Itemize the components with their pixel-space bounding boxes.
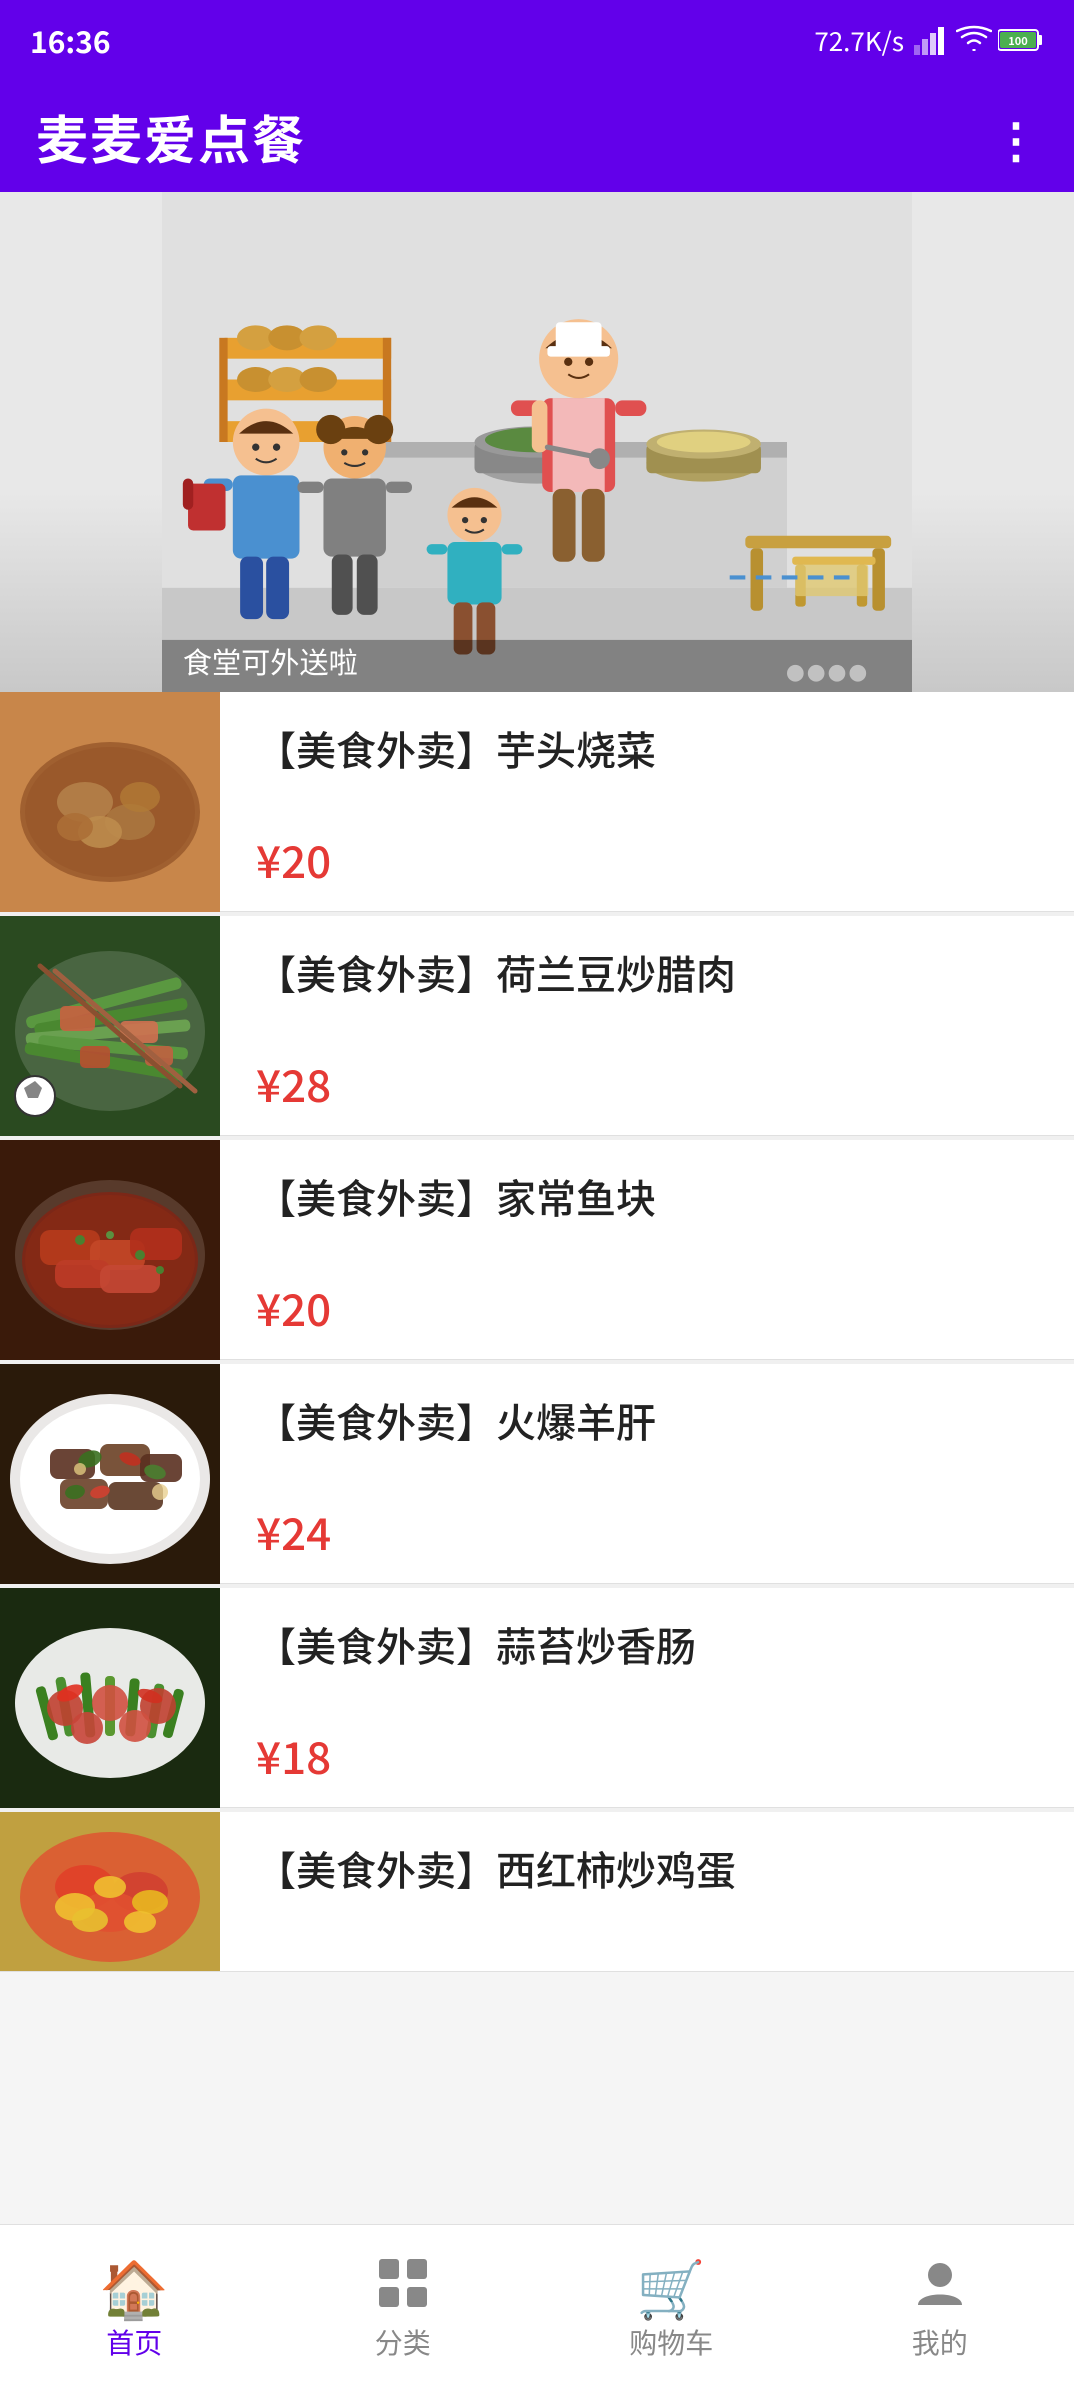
food-visual-3 <box>0 1140 220 1360</box>
battery-icon: 100 <box>998 27 1044 53</box>
signal-icon <box>914 25 950 55</box>
food-price-3: ¥20 <box>256 1275 1044 1339</box>
food-item[interactable]: 【美食外卖】火爆羊肝 ¥24 <box>0 1364 1074 1584</box>
nav-cart[interactable]: 🛒 购物车 <box>537 2258 806 2362</box>
nav-category-label: 分类 <box>375 2322 431 2362</box>
food-price-2: ¥28 <box>256 1051 1044 1115</box>
food-image-2 <box>0 916 220 1136</box>
food-info-6: 【美食外卖】西红柿炒鸡蛋 <box>220 1812 1074 1971</box>
nav-category[interactable]: 分类 <box>269 2257 538 2362</box>
food-item[interactable]: 【美食外卖】芋头烧菜 ¥20 <box>0 692 1074 912</box>
food-name-1: 【美食外卖】芋头烧菜 <box>256 722 1044 774</box>
food-item[interactable]: 【美食外卖】西红柿炒鸡蛋 <box>0 1812 1074 1972</box>
food-name-5: 【美食外卖】蒜苔炒香肠 <box>256 1618 1044 1670</box>
food-visual-6 <box>0 1812 220 1972</box>
food-item[interactable]: 【美食外卖】家常鱼块 ¥20 <box>0 1140 1074 1360</box>
food-visual-5 <box>0 1588 220 1808</box>
food-info-1: 【美食外卖】芋头烧菜 ¥20 <box>220 692 1074 911</box>
food-price-5: ¥18 <box>256 1723 1044 1787</box>
banner: 食堂可外送啦 <box>0 192 1074 692</box>
food-name-3: 【美食外卖】家常鱼块 <box>256 1170 1044 1222</box>
food-name-4: 【美食外卖】火爆羊肝 <box>256 1394 1044 1446</box>
status-time: 16:36 <box>30 18 111 62</box>
svg-text:食堂可外送啦: 食堂可外送啦 <box>183 647 358 680</box>
status-bar: 16:36 72.7K/s 100 <box>0 0 1074 80</box>
food-info-4: 【美食外卖】火爆羊肝 ¥24 <box>220 1364 1074 1583</box>
food-item[interactable]: 【美食外卖】蒜苔炒香肠 ¥18 <box>0 1588 1074 1808</box>
food-info-3: 【美食外卖】家常鱼块 ¥20 <box>220 1140 1074 1359</box>
home-icon: 🏠 <box>99 2258 169 2314</box>
cart-icon: 🛒 <box>636 2258 706 2314</box>
food-image-6 <box>0 1812 220 1972</box>
category-icon <box>377 2257 429 2314</box>
nav-home[interactable]: 🏠 首页 <box>0 2258 269 2362</box>
food-item[interactable]: 【美食外卖】荷兰豆炒腊肉 ¥28 <box>0 916 1074 1136</box>
food-name-2: 【美食外卖】荷兰豆炒腊肉 <box>256 946 1044 998</box>
network-speed: 72.7K/s <box>814 22 904 59</box>
food-image-5 <box>0 1588 220 1808</box>
food-name-6: 【美食外卖】西红柿炒鸡蛋 <box>256 1842 1044 1894</box>
food-info-2: 【美食外卖】荷兰豆炒腊肉 ¥28 <box>220 916 1074 1135</box>
bottom-nav: 🏠 首页 分类 🛒 购物车 我的 <box>0 2224 1074 2394</box>
food-image-3 <box>0 1140 220 1360</box>
nav-home-label: 首页 <box>106 2322 162 2362</box>
food-image-1 <box>0 692 220 912</box>
food-price-1: ¥20 <box>256 827 1044 891</box>
app-bar: 麦麦爱点餐 ⋮ <box>0 80 1074 192</box>
food-visual-1 <box>0 692 220 912</box>
banner-illustration: 食堂可外送啦 <box>0 192 1074 692</box>
status-right: 72.7K/s 100 <box>814 22 1044 59</box>
food-image-4 <box>0 1364 220 1584</box>
more-button[interactable]: ⋮ <box>992 101 1038 171</box>
food-visual-2 <box>0 916 220 1136</box>
food-visual-4 <box>0 1364 220 1584</box>
app-title: 麦麦爱点餐 <box>36 99 306 174</box>
nav-mine-label: 我的 <box>912 2322 968 2362</box>
svg-text:100: 100 <box>1008 33 1027 49</box>
nav-cart-label: 购物车 <box>629 2322 713 2362</box>
food-price-4: ¥24 <box>256 1499 1044 1563</box>
food-list: 【美食外卖】芋头烧菜 ¥20 <box>0 692 1074 1972</box>
food-info-5: 【美食外卖】蒜苔炒香肠 ¥18 <box>220 1588 1074 1807</box>
nav-mine[interactable]: 我的 <box>806 2257 1074 2362</box>
wifi-icon <box>956 25 992 55</box>
profile-icon <box>914 2257 966 2314</box>
signal-icons: 100 <box>914 25 1044 55</box>
